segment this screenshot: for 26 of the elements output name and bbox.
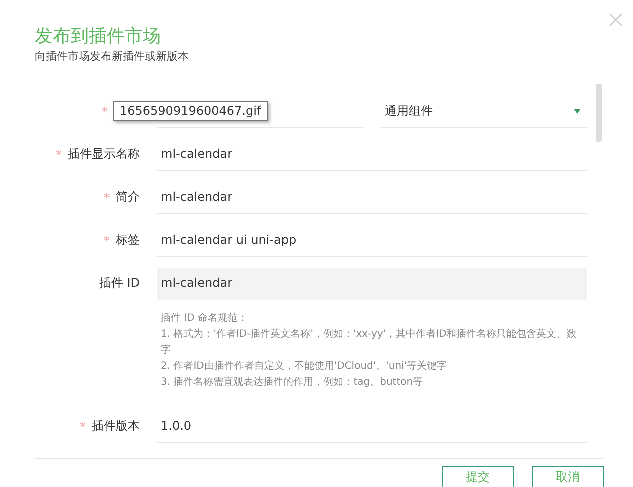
required-mark: * xyxy=(56,148,62,162)
input-field[interactable]: 1.0.0 xyxy=(157,410,587,442)
required-mark: * xyxy=(104,190,110,204)
field-label: 插件版本 xyxy=(92,418,140,435)
input-field[interactable]: ml-calendar xyxy=(157,182,587,214)
required-mark: * xyxy=(80,420,86,434)
required-mark: * xyxy=(102,104,108,118)
required-mark: * xyxy=(104,234,110,248)
field-label: 插件显示名称 xyxy=(68,146,140,163)
hint-text: 1. 格式为：'作者ID-插件英文名称'，例如：'xx-yy'，其中作者ID和插件名称只能包含英文、数字 xyxy=(161,328,578,358)
hint-text: 2. 作者ID由插件作者自定义，不能使用'DCloud'、'uni'等关键字 xyxy=(161,360,448,374)
dialog-subtitle: 向插件市场发布新插件或新版本 xyxy=(35,49,189,64)
hint-text: 3. 插件名称需直观表达插件的作用，例如：tag、button等 xyxy=(161,376,424,390)
field-label: 标签 xyxy=(116,232,140,249)
input-field[interactable]: ml-calendar xyxy=(157,268,587,300)
tooltip: 1656590919600467.gif xyxy=(113,101,268,121)
input-field[interactable]: ml-calendar ui uni-app xyxy=(157,224,587,256)
hint-text: 插件 ID 命名规范： xyxy=(161,312,250,326)
field-label: 插件 ID xyxy=(99,275,140,292)
dialog-title: 发布到插件市场 xyxy=(35,25,161,48)
close-icon[interactable] xyxy=(609,13,623,27)
caret-icon xyxy=(574,108,581,114)
field-label: 简介 xyxy=(116,189,140,206)
input-field[interactable]: ml-calendar xyxy=(157,138,587,170)
select-field[interactable]: 通用组件 xyxy=(381,96,587,128)
scrollbar[interactable] xyxy=(596,84,602,142)
